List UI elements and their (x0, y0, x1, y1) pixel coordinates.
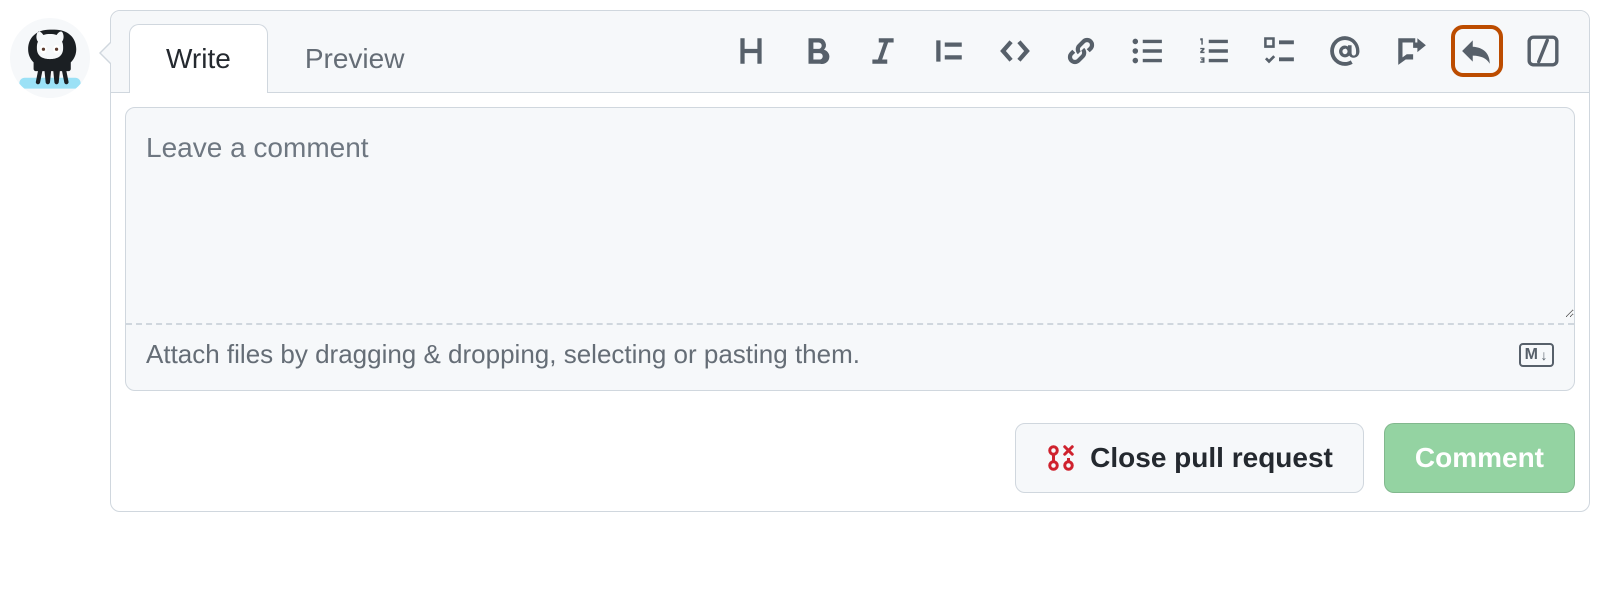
git-pull-request-closed-icon (1046, 443, 1076, 473)
unordered-list-icon[interactable] (1125, 29, 1169, 73)
comment-button-label: Comment (1415, 442, 1544, 474)
cross-reference-icon[interactable] (1389, 29, 1433, 73)
formatting-toolbar (729, 29, 1571, 87)
markdown-icon[interactable]: M↓ (1519, 343, 1554, 367)
tab-preview[interactable]: Preview (268, 24, 442, 93)
comment-input-wrapper: Attach files by dragging & dropping, sel… (125, 107, 1575, 391)
attach-hint: Attach files by dragging & dropping, sel… (146, 339, 860, 370)
comment-body: Attach files by dragging & dropping, sel… (111, 93, 1589, 405)
italic-icon[interactable] (861, 29, 905, 73)
link-icon[interactable] (1059, 29, 1103, 73)
code-icon[interactable] (993, 29, 1037, 73)
reply-icon[interactable] (1455, 29, 1499, 73)
task-list-icon[interactable] (1257, 29, 1301, 73)
close-pull-request-button[interactable]: Close pull request (1015, 423, 1364, 493)
octocat-icon (15, 23, 85, 93)
comment-textarea[interactable] (126, 108, 1574, 318)
comment-box: Write Preview (110, 10, 1590, 512)
avatar[interactable] (10, 18, 90, 98)
action-bar: Close pull request Comment (111, 405, 1589, 511)
slash-icon[interactable] (1521, 29, 1565, 73)
ordered-list-icon[interactable] (1191, 29, 1235, 73)
bold-icon[interactable] (795, 29, 839, 73)
heading-icon[interactable] (729, 29, 773, 73)
attach-row[interactable]: Attach files by dragging & dropping, sel… (126, 325, 1574, 390)
tab-write[interactable]: Write (129, 24, 268, 93)
quote-icon[interactable] (927, 29, 971, 73)
mention-icon[interactable] (1323, 29, 1367, 73)
tab-bar: Write Preview (111, 11, 1589, 93)
comment-button[interactable]: Comment (1384, 423, 1575, 493)
close-pr-label: Close pull request (1090, 442, 1333, 474)
